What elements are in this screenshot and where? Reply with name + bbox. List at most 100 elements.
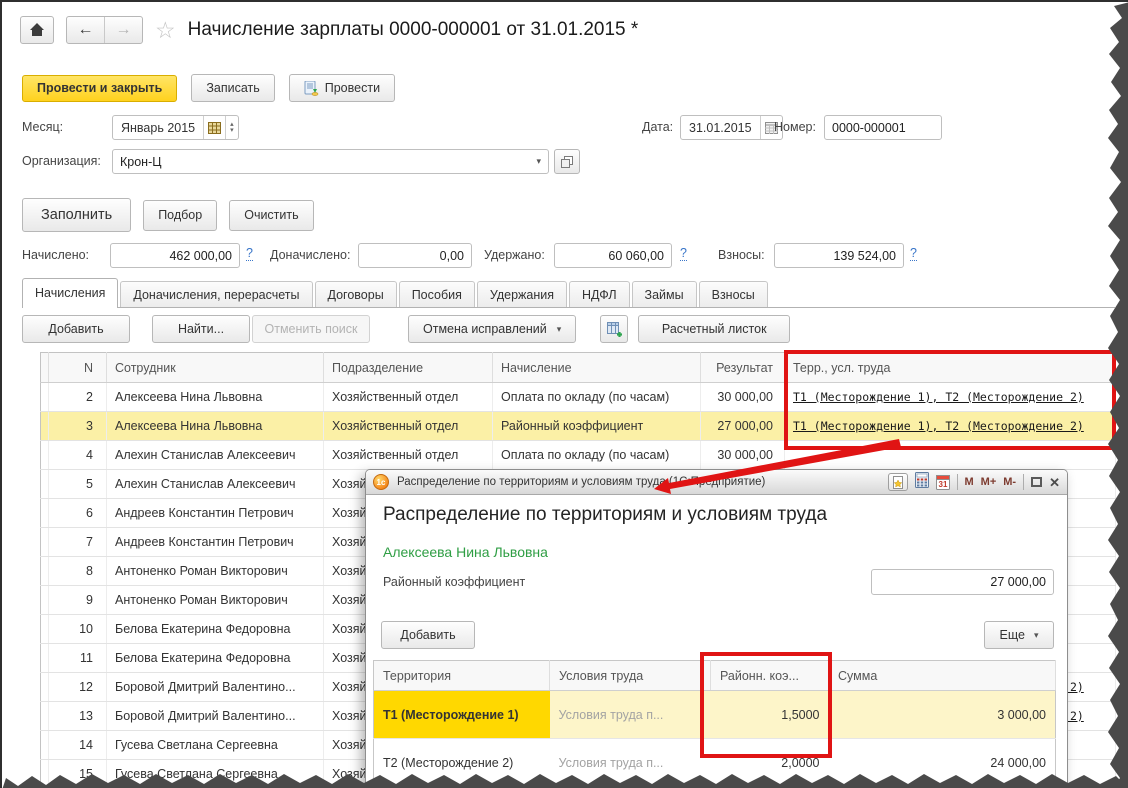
cell-n[interactable]: 12 — [49, 673, 107, 702]
add-row-button[interactable]: Добавить — [22, 315, 130, 343]
withheld-input[interactable]: 60 060,00 — [554, 243, 672, 268]
col-n[interactable]: N — [49, 353, 107, 383]
table-row[interactable]: 2Алексеева Нина ЛьвовнаХозяйственный отд… — [41, 383, 1116, 412]
cell-n[interactable]: 9 — [49, 586, 107, 615]
cell-res[interactable]: 30 000,00 — [701, 383, 785, 412]
cell-marker[interactable] — [41, 528, 49, 557]
col-sum[interactable]: Сумма — [829, 661, 1056, 691]
cell-n[interactable]: 6 — [49, 499, 107, 528]
favorite-star-icon[interactable]: ☆ — [155, 17, 176, 44]
cell-emp[interactable]: Алехин Станислав Алексеевич — [107, 470, 324, 499]
clear-button[interactable]: Очистить — [229, 200, 313, 231]
find-button[interactable]: Найти... — [152, 315, 250, 343]
table-row[interactable]: 3Алексеева Нина ЛьвовнаХозяйственный отд… — [41, 412, 1116, 441]
withheld-help-link[interactable]: ? — [680, 246, 687, 261]
col-coefficient[interactable]: Районн. коэ... — [711, 661, 829, 691]
tab-8[interactable]: Взносы — [699, 281, 768, 307]
col-territory[interactable]: Территория — [374, 661, 550, 691]
accrued-input[interactable]: 462 000,00 — [110, 243, 240, 268]
cell-emp[interactable]: Алехин Станислав Алексеевич — [107, 441, 324, 470]
tab-1[interactable]: Начисления — [22, 278, 118, 307]
cell-marker[interactable] — [41, 383, 49, 412]
cell-coef[interactable]: 2,0000 — [711, 739, 829, 787]
post-and-close-button[interactable]: Провести и закрыть — [22, 75, 177, 102]
cell-terr[interactable]: Т1 (Месторождение 1), Т2 (Месторождение … — [785, 383, 1116, 412]
chevron-down-icon[interactable]: ▾ — [536, 157, 541, 166]
cell-marker[interactable] — [41, 470, 49, 499]
cell-marker[interactable] — [41, 412, 49, 441]
dialog-titlebar[interactable]: 1с Распределение по территориям и услови… — [366, 470, 1067, 495]
cell-territory[interactable]: Т1 (Месторождение 1) — [374, 691, 550, 739]
col-employee[interactable]: Сотрудник — [107, 353, 324, 383]
tab-3[interactable]: Договоры — [315, 281, 397, 307]
month-input[interactable]: Январь 2015 ▴ ▾ — [112, 115, 239, 140]
dialog-add-button[interactable]: Добавить — [381, 621, 475, 649]
tab-4[interactable]: Пособия — [399, 281, 475, 307]
cell-marker[interactable] — [41, 644, 49, 673]
tab-6[interactable]: НДФЛ — [569, 281, 630, 307]
home-button[interactable] — [20, 16, 54, 44]
cell-n[interactable]: 2 — [49, 383, 107, 412]
number-input[interactable]: 0000-000001 — [824, 115, 942, 140]
spin-down-icon[interactable]: ▾ — [230, 128, 234, 134]
cell-marker[interactable] — [41, 586, 49, 615]
cell-marker[interactable] — [41, 499, 49, 528]
dialog-more-button[interactable]: Еще ▾ — [984, 621, 1054, 649]
cell-acc[interactable]: Районный коэффициент — [493, 412, 701, 441]
accrued-help-link[interactable]: ? — [246, 246, 253, 261]
favorites-button[interactable] — [888, 473, 908, 491]
cell-dep[interactable]: Хозяйственный отдел — [324, 412, 493, 441]
cell-n[interactable]: 8 — [49, 557, 107, 586]
cell-acc[interactable]: Оплата по окладу (по часам) — [493, 441, 701, 470]
close-button[interactable]: ✕ — [1049, 476, 1060, 489]
cell-n[interactable]: 15 — [49, 760, 107, 788]
memory-minus-button[interactable]: M- — [1003, 476, 1016, 488]
cell-territory[interactable]: Т2 (Месторождение 2) — [374, 739, 550, 787]
col-conditions[interactable]: Условия труда — [550, 661, 711, 691]
cell-marker[interactable] — [41, 731, 49, 760]
payslip-button[interactable]: Расчетный листок — [638, 315, 790, 343]
cell-res[interactable]: 27 000,00 — [701, 412, 785, 441]
cancel-corrections-button[interactable]: Отмена исправлений ▾ — [408, 315, 576, 343]
organization-input[interactable]: Крон-Ц ▾ — [112, 149, 549, 174]
back-button[interactable]: ← — [67, 17, 104, 43]
col-territory[interactable]: Терр., усл. труда — [785, 353, 1116, 383]
pick-button[interactable]: Подбор — [143, 200, 217, 231]
cell-terr[interactable] — [785, 441, 1116, 470]
cell-marker[interactable] — [41, 702, 49, 731]
table-row[interactable]: Т2 (Месторождение 2)Условия труда п...2,… — [374, 739, 1056, 787]
cell-n[interactable]: 10 — [49, 615, 107, 644]
cell-n[interactable]: 3 — [49, 412, 107, 441]
cell-sum[interactable]: 24 000,00 — [829, 739, 1056, 787]
forward-button[interactable]: → — [105, 17, 142, 43]
cell-emp[interactable]: Белова Екатерина Федоровна — [107, 615, 324, 644]
table-row[interactable]: 4Алехин Станислав АлексеевичХозяйственны… — [41, 441, 1116, 470]
contributions-input[interactable]: 139 524,00 — [774, 243, 904, 268]
organization-open-button[interactable] — [554, 149, 580, 174]
cell-emp[interactable]: Алексеева Нина Львовна — [107, 412, 324, 441]
extra-accrued-input[interactable]: 0,00 — [358, 243, 472, 268]
cell-n[interactable]: 4 — [49, 441, 107, 470]
cell-res[interactable]: 30 000,00 — [701, 441, 785, 470]
cell-marker[interactable] — [41, 441, 49, 470]
save-button[interactable]: Записать — [191, 74, 274, 102]
cell-conditions[interactable]: Условия труда п... — [550, 691, 711, 739]
cell-n[interactable]: 14 — [49, 731, 107, 760]
maximize-button[interactable] — [1031, 477, 1042, 487]
memory-button[interactable]: M — [965, 476, 974, 488]
tab-5[interactable]: Удержания — [477, 281, 567, 307]
cell-sum[interactable]: 3 000,00 — [829, 691, 1056, 739]
cell-acc[interactable]: Оплата по окладу (по часам) — [493, 383, 701, 412]
contributions-help-link[interactable]: ? — [910, 246, 917, 261]
cell-emp[interactable]: Боровой Дмитрий Валентино... — [107, 673, 324, 702]
fill-button[interactable]: Заполнить — [22, 198, 131, 232]
tab-2[interactable]: Доначисления, перерасчеты — [120, 281, 312, 307]
add-column-button[interactable] — [600, 315, 628, 343]
cell-emp[interactable]: Антоненко Роман Викторович — [107, 586, 324, 615]
cell-conditions[interactable]: Условия труда п... — [550, 739, 711, 787]
col-accrual[interactable]: Начисление — [493, 353, 701, 383]
coefficient-input[interactable]: 27 000,00 — [871, 569, 1054, 595]
calendar-button[interactable]: 31 — [936, 474, 950, 490]
col-result[interactable]: Результат — [701, 353, 785, 383]
calculator-button[interactable] — [915, 472, 929, 493]
